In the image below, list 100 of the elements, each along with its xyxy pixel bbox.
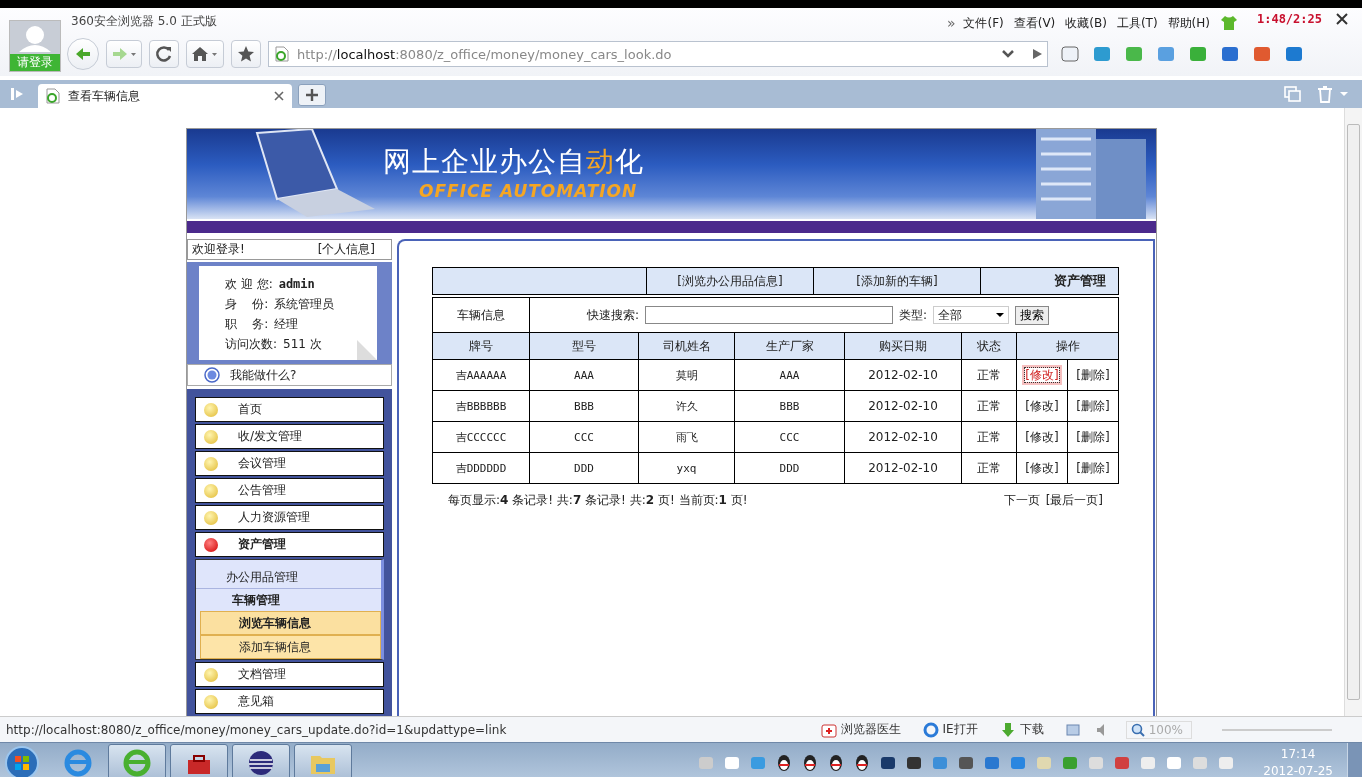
table-cell: 2012-02-10	[844, 390, 962, 422]
table-cell: CCC	[529, 421, 639, 453]
column-header: 购买日期	[844, 332, 962, 360]
banner-subtitle: OFFICE AUTOMATION	[419, 181, 639, 201]
table-cell: CCC	[734, 421, 845, 453]
bullet-icon	[204, 429, 218, 444]
nav-item[interactable]: 意见箱	[195, 689, 384, 714]
info-label: 欢 迎 您:	[225, 276, 273, 294]
table-cell: 正常	[961, 390, 1017, 422]
column-header: 生产厂家	[734, 332, 845, 360]
bullet-icon	[204, 402, 218, 417]
home-icon	[191, 46, 219, 62]
home-button[interactable]	[186, 40, 224, 68]
show-desktop-button[interactable]	[1347, 743, 1362, 777]
submenu-item[interactable]: 车辆管理	[196, 589, 381, 611]
back-arrow-icon	[74, 46, 92, 62]
table-cell: DDD	[734, 452, 845, 484]
trash-icon[interactable]	[1316, 85, 1334, 103]
plus-icon	[305, 88, 319, 102]
submenu-item[interactable]: 浏览车辆信息	[200, 611, 381, 635]
table-cell: 正常	[961, 359, 1017, 391]
scrollbar[interactable]	[1344, 108, 1362, 716]
status-url: http://localhost:8080/z_office/money/money_cars_update.do?id=1&updattype=link	[6, 722, 507, 737]
bullet-icon	[204, 456, 218, 471]
back-button[interactable]	[67, 38, 99, 70]
submenu-item[interactable]: 添加车辆信息	[200, 635, 381, 659]
nav-item[interactable]: 会议管理	[195, 451, 384, 476]
scrollbar-thumb[interactable]	[1347, 124, 1360, 700]
pagination-summary: 每页显示:4 条记录! 共:7 条记录! 共:2 页! 当前页:1 页!	[448, 492, 748, 509]
type-label: 类型:	[899, 306, 928, 324]
bullet-icon	[204, 510, 218, 525]
banner-title: 网上企业办公自动化	[383, 144, 644, 180]
section-title: 资产管理	[1054, 273, 1106, 288]
more-menu-button[interactable]: »	[946, 15, 956, 31]
table-cell: 2012-02-10	[844, 452, 962, 484]
playback-time: 1:48/2:25	[1256, 12, 1322, 26]
bullet-icon	[204, 537, 218, 552]
magnifier-icon	[1130, 722, 1145, 737]
status-button[interactable]: 下载	[999, 721, 1044, 738]
profile-link[interactable]: [个人信息]	[317, 240, 375, 258]
table-cell: 吉DDDDDD	[432, 452, 530, 484]
table-cell: AAA	[529, 359, 639, 391]
ie-icon	[922, 721, 939, 738]
info-value: 经理	[274, 316, 299, 334]
address-field[interactable]: http://localhost:8080/z_office/money/money_cars_look.do	[268, 41, 1048, 67]
nav-item[interactable]: 收/发文管理	[195, 424, 384, 449]
table-cell: 正常	[961, 452, 1017, 484]
new-tab-button[interactable]	[298, 84, 326, 106]
star-icon	[237, 45, 255, 63]
browser-tab[interactable]: 查看车辆信息	[38, 84, 292, 108]
info-label: 访问次数:	[225, 336, 278, 354]
menu-item[interactable]: 查看(V)	[1013, 14, 1056, 32]
submenu-item[interactable]: 办公用品管理	[196, 566, 381, 589]
bullet-icon	[204, 483, 218, 498]
column-header: 牌号	[432, 332, 530, 360]
nav-item[interactable]: 人力资源管理	[195, 505, 384, 530]
dropdown-icon[interactable]	[1001, 49, 1015, 59]
table-cell: 莫明	[638, 359, 735, 391]
go-icon[interactable]	[1031, 48, 1043, 60]
search-label: 快速搜索:	[587, 306, 640, 324]
table-cell: 吉CCCCCC	[432, 421, 530, 453]
start-button[interactable]	[4, 744, 40, 777]
table-cell: 吉BBBBBB	[432, 390, 530, 422]
nav-item[interactable]: 资产管理	[195, 532, 384, 557]
nav-item[interactable]: 公告管理	[195, 478, 384, 503]
shirt-icon[interactable]	[1220, 15, 1238, 31]
table-cell: 2012-02-10	[844, 421, 962, 453]
taskbar-button[interactable]	[232, 743, 290, 777]
table-cell: yxq	[638, 452, 735, 484]
table-cell: AAA	[734, 359, 845, 391]
status-button[interactable]: IE打开	[922, 721, 978, 738]
nav-item[interactable]: 首页	[195, 397, 384, 422]
table-cell: 2012-02-10	[844, 359, 962, 391]
menu-item[interactable]: 文件(F)	[963, 14, 1004, 32]
taskbar-button[interactable]	[170, 743, 228, 777]
close-icon[interactable]	[1336, 13, 1348, 25]
help-text: 我能做什么?	[230, 366, 297, 384]
browser-icon	[122, 747, 152, 777]
info-label: 身 份:	[225, 296, 269, 314]
favorite-button[interactable]	[231, 40, 261, 68]
column-header: 司机姓名	[638, 332, 735, 360]
bullet-icon	[204, 694, 218, 709]
menu-item[interactable]: 帮助(H)	[1167, 14, 1210, 32]
info-value: admin	[278, 276, 315, 294]
pagination-link[interactable]: 下一页	[1003, 492, 1040, 509]
status-button[interactable]: 浏览器医生	[820, 721, 901, 738]
column-header: 操作	[1016, 332, 1119, 360]
table-cell: 雨飞	[638, 421, 735, 453]
menu-item[interactable]: 收藏(B)	[1065, 14, 1107, 32]
pagination-link[interactable]: [最后一页]	[1045, 492, 1103, 509]
close-icon[interactable]	[274, 91, 284, 101]
download-icon	[999, 721, 1016, 738]
type-select[interactable]: 全部	[933, 306, 1010, 324]
search-field[interactable]	[645, 306, 894, 324]
menu-item[interactable]: 工具(T)	[1116, 14, 1158, 32]
search-button[interactable]: 搜索	[1015, 305, 1050, 325]
forward-button[interactable]	[106, 40, 142, 68]
nav-item[interactable]: 文档管理	[195, 662, 384, 687]
window-icon[interactable]	[1065, 722, 1082, 737]
refresh-button[interactable]	[149, 40, 179, 68]
